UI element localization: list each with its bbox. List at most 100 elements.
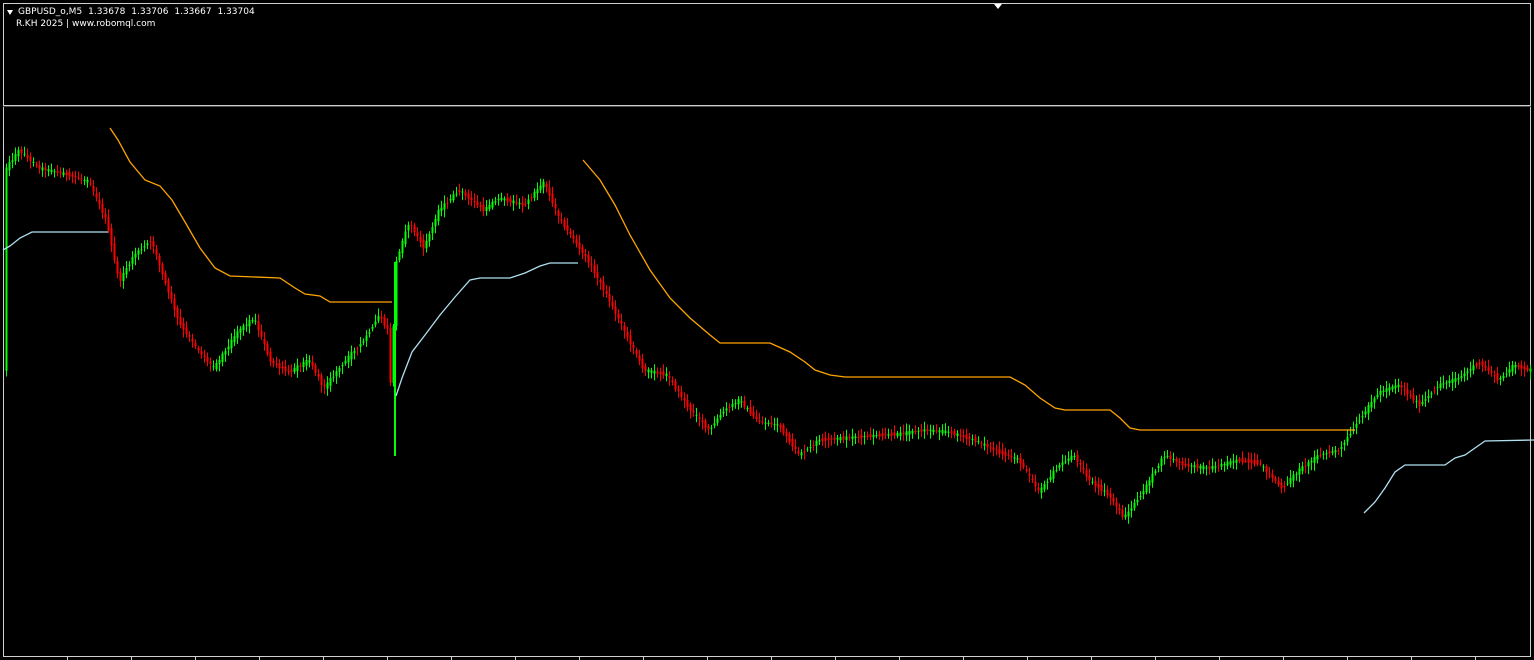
candle-body bbox=[731, 404, 734, 407]
candle-body bbox=[692, 410, 695, 413]
candle-body bbox=[1094, 480, 1097, 487]
candle-body bbox=[380, 316, 383, 319]
candle-body bbox=[1313, 456, 1316, 463]
candle-body bbox=[422, 239, 425, 249]
candle-body bbox=[1160, 458, 1163, 466]
candle-body bbox=[1292, 474, 1295, 481]
candle-body bbox=[581, 247, 584, 253]
candle-body bbox=[419, 236, 422, 242]
candle-body bbox=[164, 273, 167, 283]
candle-body bbox=[809, 447, 812, 448]
candle-body bbox=[902, 432, 905, 435]
candle-body bbox=[989, 447, 992, 449]
candle-body bbox=[860, 434, 863, 439]
candle-body bbox=[650, 370, 653, 373]
candle-body bbox=[194, 343, 197, 347]
candle-body bbox=[923, 429, 926, 432]
candle-body bbox=[311, 361, 314, 366]
candle-body bbox=[1394, 385, 1397, 389]
candle-body bbox=[1412, 395, 1415, 401]
candle-body bbox=[101, 203, 104, 213]
candle-body bbox=[1088, 476, 1091, 481]
candle-body bbox=[1226, 461, 1229, 466]
candle-body bbox=[1385, 388, 1388, 392]
candle-body bbox=[1322, 453, 1325, 455]
candle-body bbox=[944, 430, 947, 433]
candle-body bbox=[404, 231, 407, 245]
candle-body bbox=[1298, 468, 1301, 475]
candle-body bbox=[1454, 378, 1457, 382]
candle-body bbox=[854, 436, 857, 438]
candle-body bbox=[71, 174, 74, 177]
candle-body bbox=[1208, 466, 1211, 469]
candle-body bbox=[242, 325, 245, 330]
candle-body bbox=[911, 430, 914, 434]
candle-body bbox=[104, 213, 107, 218]
candle-body bbox=[332, 376, 335, 378]
candle-body bbox=[356, 348, 359, 350]
chart-window[interactable]: GBPUSD_o,M5 1.33678 1.33706 1.33667 1.33… bbox=[0, 0, 1534, 660]
candle-body bbox=[305, 360, 308, 366]
candle-body bbox=[887, 434, 890, 436]
candle-body bbox=[1451, 379, 1454, 383]
candle-body bbox=[593, 265, 596, 274]
candle-body bbox=[245, 324, 248, 326]
candle-body bbox=[512, 200, 515, 204]
candle-body bbox=[1358, 420, 1361, 422]
candle-body bbox=[686, 399, 689, 407]
candle-body bbox=[617, 313, 620, 319]
candle-body bbox=[1379, 390, 1382, 395]
candle-body bbox=[1493, 374, 1496, 376]
candle-body bbox=[509, 198, 512, 203]
candle-body bbox=[1523, 366, 1526, 370]
candle-body bbox=[1499, 378, 1502, 380]
candle-body bbox=[1196, 463, 1199, 469]
candle-body bbox=[35, 164, 38, 166]
candle-body bbox=[173, 298, 176, 310]
candle-body bbox=[824, 437, 827, 441]
candle-body bbox=[1274, 478, 1277, 481]
candle-body bbox=[131, 257, 134, 264]
candle-body bbox=[890, 432, 893, 436]
candle-body bbox=[1013, 457, 1016, 459]
candle-body bbox=[1289, 477, 1292, 484]
candle-body bbox=[947, 431, 950, 433]
candle-body bbox=[782, 425, 785, 433]
candle-body bbox=[1058, 465, 1061, 468]
candle-body bbox=[1346, 437, 1349, 442]
candle-body bbox=[158, 256, 161, 265]
candle-body bbox=[491, 201, 494, 208]
candle-body bbox=[209, 361, 212, 364]
candle-body bbox=[482, 205, 485, 212]
candle-body bbox=[1283, 486, 1286, 487]
candle-body bbox=[746, 408, 749, 409]
candle-body bbox=[803, 451, 806, 453]
candle-body bbox=[1268, 472, 1271, 474]
candle-body bbox=[1064, 461, 1067, 463]
candle-body bbox=[68, 172, 71, 177]
candle-body bbox=[248, 320, 251, 327]
candle-body bbox=[1031, 478, 1034, 481]
candle-body bbox=[8, 162, 11, 171]
candle-body bbox=[83, 179, 86, 181]
candle-body bbox=[938, 430, 941, 433]
candle-body bbox=[113, 243, 116, 261]
candle-body bbox=[437, 209, 440, 222]
candle-body bbox=[869, 433, 872, 438]
candle-body bbox=[1250, 460, 1253, 463]
candle-body bbox=[830, 438, 833, 440]
candle-body bbox=[848, 437, 851, 439]
candle-body bbox=[1055, 470, 1058, 471]
candle-body bbox=[1349, 434, 1352, 436]
candle-body bbox=[14, 154, 17, 161]
price-chart[interactable] bbox=[0, 0, 1534, 660]
candle-body bbox=[1427, 396, 1430, 398]
candle-body bbox=[1022, 462, 1025, 468]
candle-body bbox=[119, 272, 122, 281]
candle-body bbox=[1415, 400, 1418, 402]
candle-body bbox=[1076, 454, 1079, 462]
upper-band-line bbox=[109, 127, 392, 303]
candle-body bbox=[440, 207, 443, 211]
candle-body bbox=[545, 184, 548, 188]
candle-body bbox=[95, 193, 98, 198]
